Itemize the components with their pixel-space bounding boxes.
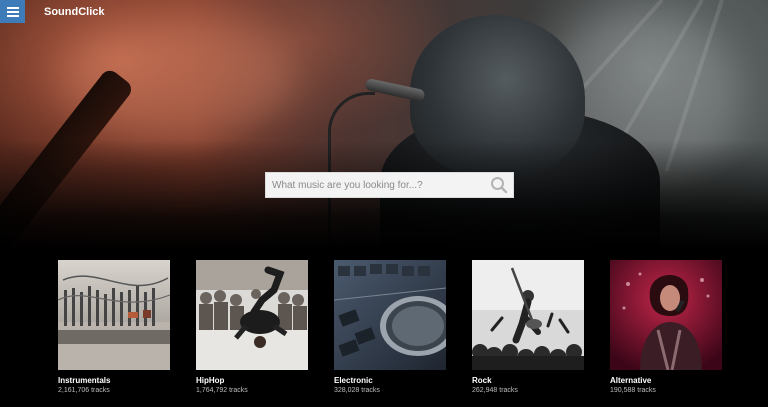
hamburger-menu-icon bbox=[6, 5, 19, 19]
category-image-instrumentals bbox=[58, 260, 170, 370]
category-image-rock bbox=[472, 260, 584, 370]
category-name: Alternative bbox=[610, 376, 652, 385]
menu-button[interactable] bbox=[0, 0, 25, 23]
category-name: Electronic bbox=[334, 376, 373, 385]
hero-banner bbox=[0, 0, 768, 250]
mic-cable bbox=[328, 92, 375, 245]
category-track-count: 1,764,792 tracks bbox=[196, 387, 248, 394]
category-name: Instrumentals bbox=[58, 376, 111, 385]
category-card-rock[interactable]: Rock 262,948 tracks bbox=[472, 260, 584, 396]
search-input[interactable] bbox=[266, 173, 489, 197]
singer-hood bbox=[410, 15, 585, 175]
category-image-electronic bbox=[334, 260, 446, 370]
category-card-hiphop[interactable]: HipHop 1,764,792 tracks bbox=[196, 260, 308, 396]
search-icon[interactable] bbox=[489, 175, 509, 195]
category-image-hiphop bbox=[196, 260, 308, 370]
category-card-electronic[interactable]: Electronic 328,028 tracks bbox=[334, 260, 446, 396]
category-name: HipHop bbox=[196, 376, 225, 385]
category-card-instrumentals[interactable]: Instrumentals 2,161,706 tracks bbox=[58, 260, 170, 396]
category-track-count: 328,028 tracks bbox=[334, 387, 380, 394]
app-logo[interactable]: SoundClick bbox=[44, 6, 105, 18]
category-card-alternative[interactable]: Alternative 190,588 tracks bbox=[610, 260, 722, 396]
category-track-count: 2,161,706 tracks bbox=[58, 387, 110, 394]
category-name: Rock bbox=[472, 376, 492, 385]
category-track-count: 190,588 tracks bbox=[610, 387, 656, 394]
search-bar bbox=[265, 172, 514, 198]
category-track-count: 262,948 tracks bbox=[472, 387, 518, 394]
category-image-alternative bbox=[610, 260, 722, 370]
